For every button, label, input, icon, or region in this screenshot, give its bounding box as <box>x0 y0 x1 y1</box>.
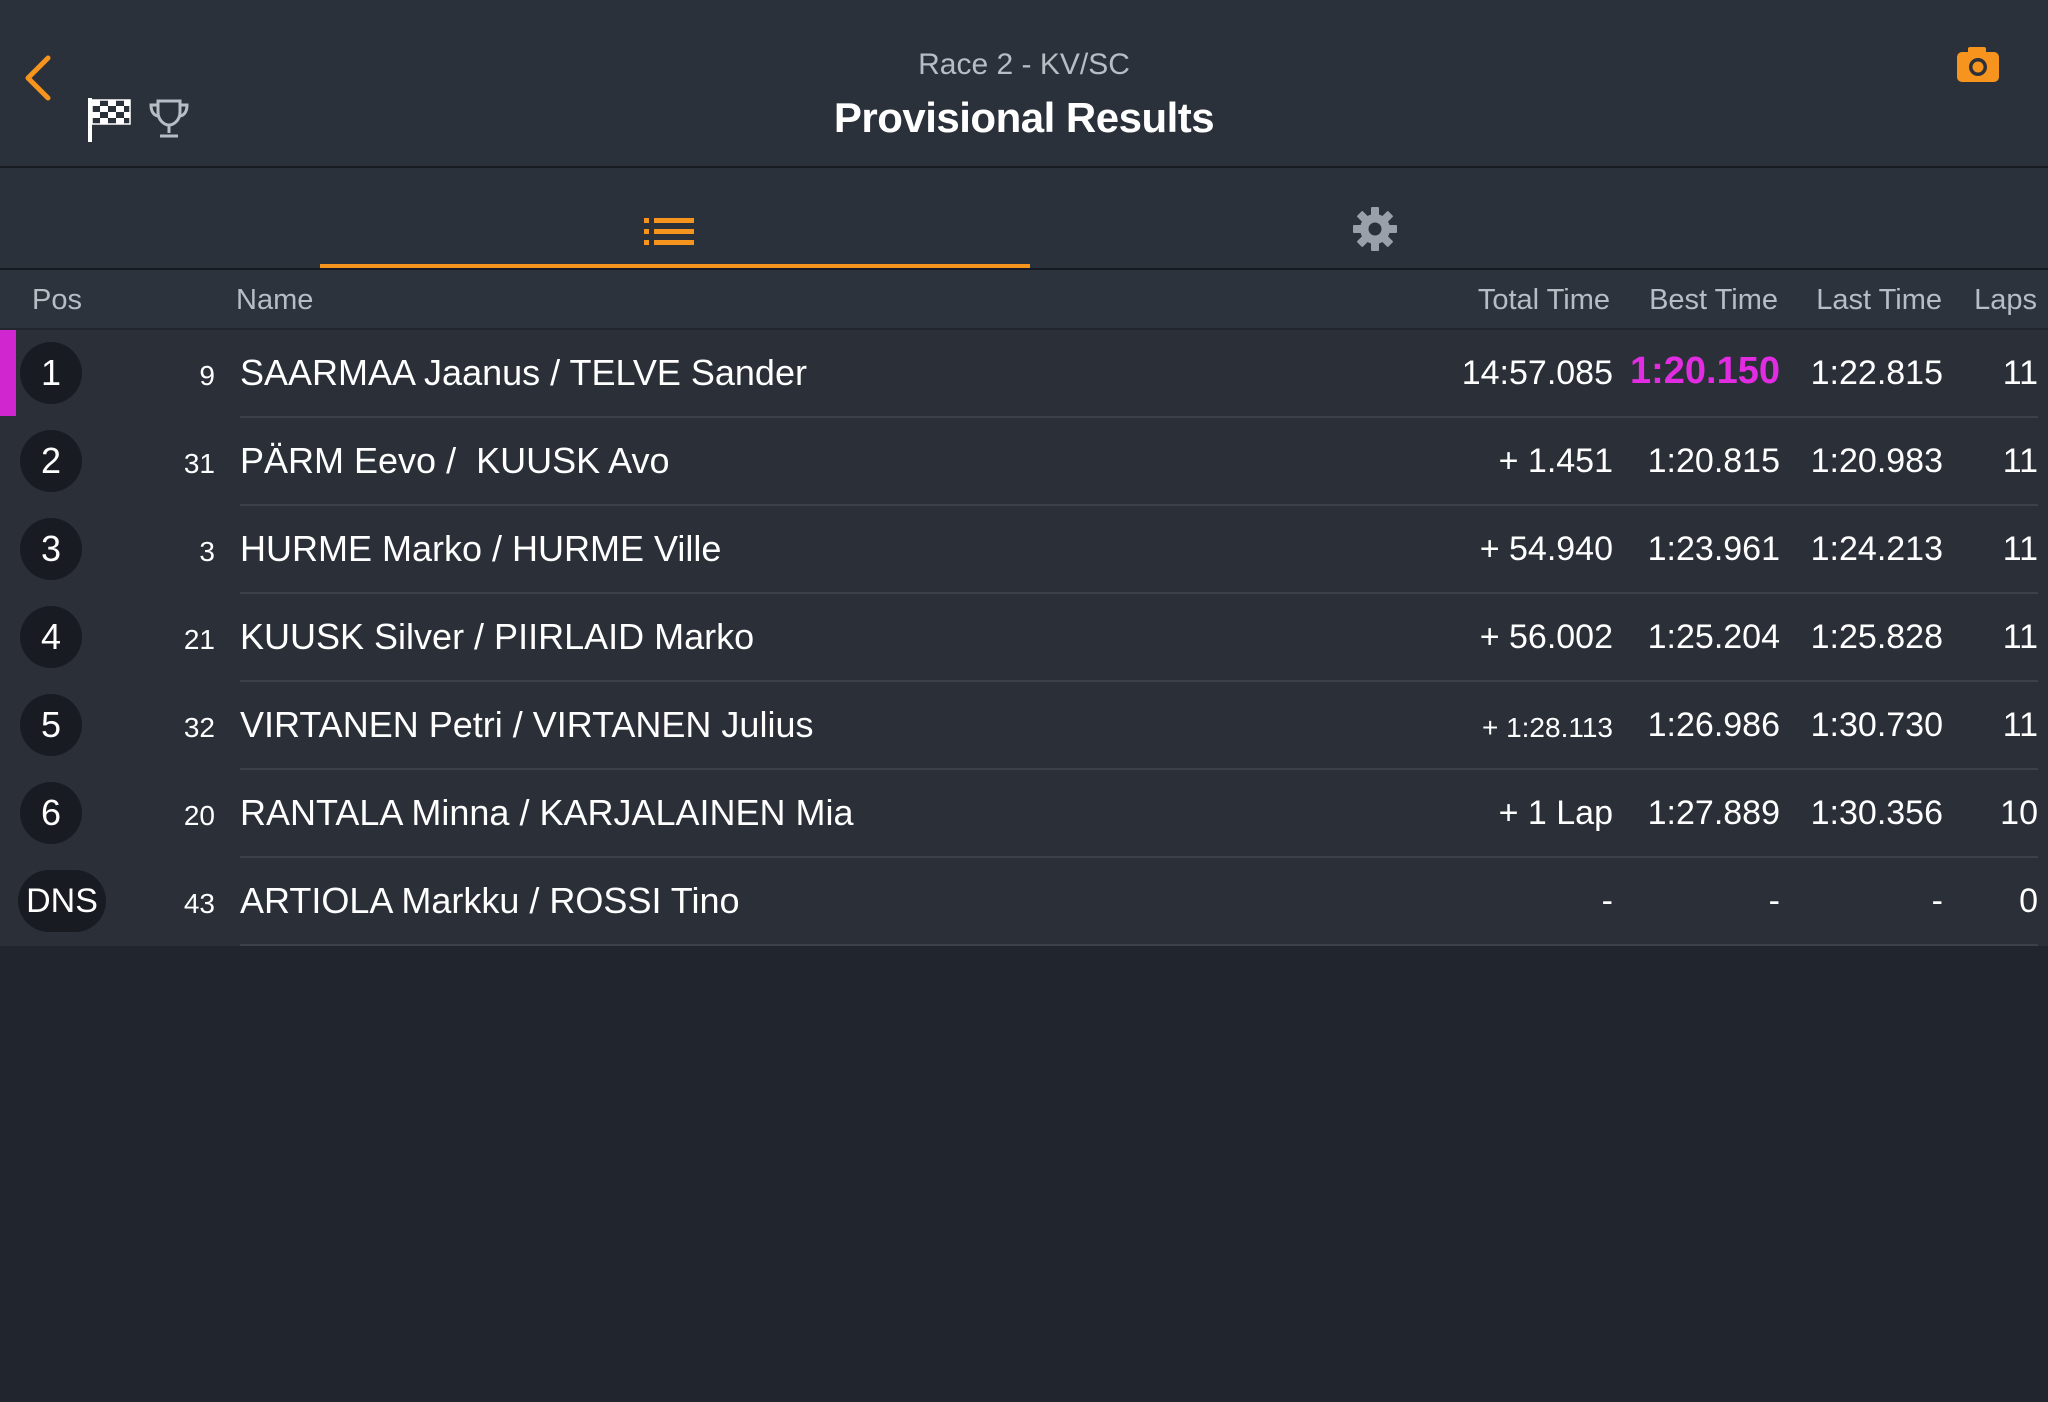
last-time: 1:24.213 <box>1810 530 1943 568</box>
position-badge: 3 <box>20 518 82 580</box>
last-time: 1:20.983 <box>1810 442 1943 480</box>
active-tab-indicator <box>320 264 1030 268</box>
car-number: 9 <box>199 360 215 391</box>
driver-names: SAARMAA Jaanus / TELVE Sander <box>240 352 807 393</box>
best-time: 1:23.961 <box>1647 530 1780 568</box>
best-time: 1:27.889 <box>1647 794 1780 832</box>
laps-count: 11 <box>2002 442 2038 480</box>
laps-count: 11 <box>2002 530 2038 568</box>
driver-names: ARTIOLA Markku / ROSSI Tino <box>240 880 740 921</box>
car-number: 43 <box>183 888 215 919</box>
gear-icon <box>1353 207 1397 251</box>
leader-indicator <box>0 330 16 416</box>
car-number: 32 <box>183 712 215 743</box>
race-subtitle: Race 2 - KV/SC <box>918 48 1130 81</box>
total-time: + 1 Lap <box>1498 794 1613 832</box>
driver-names: HURME Marko / HURME Ville <box>240 528 722 569</box>
best-time: 1:20.815 <box>1647 442 1780 480</box>
best-time-fastest: 1:20.150 <box>1629 350 1780 392</box>
laps-count: 11 <box>2002 618 2038 656</box>
total-time: + 1:28.113 <box>1481 712 1613 743</box>
table-row[interactable]: 6 20 RANTALA Minna / KARJALAINEN Mia + 1… <box>0 770 2048 858</box>
best-time: 1:25.204 <box>1647 618 1780 656</box>
last-time: 1:30.730 <box>1810 706 1943 744</box>
table-row[interactable]: 4 21 KUUSK Silver / PIIRLAID Marko + 56.… <box>0 594 2048 682</box>
driver-names: VIRTANEN Petri / VIRTANEN Julius <box>240 704 814 745</box>
driver-names: KUUSK Silver / PIIRLAID Marko <box>240 616 755 657</box>
total-time: + 54.940 <box>1479 530 1613 568</box>
best-time: - <box>1768 882 1780 920</box>
total-time: 14:57.085 <box>1461 354 1613 392</box>
camera-icon <box>1957 47 1999 82</box>
page-title: Provisional Results <box>833 94 1215 141</box>
car-number: 21 <box>183 624 215 655</box>
best-time: 1:26.986 <box>1647 706 1780 744</box>
col-last-time: Last Time <box>1816 284 1942 316</box>
car-number: 3 <box>199 536 215 567</box>
position-badge: 2 <box>20 430 82 492</box>
position-badge: 1 <box>20 342 82 404</box>
last-time: 1:25.828 <box>1810 618 1943 656</box>
col-best-time: Best Time <box>1649 284 1778 316</box>
position-badge: 6 <box>20 782 82 844</box>
results-table: 1 9 SAARMAA Jaanus / TELVE Sander 14:57.… <box>0 330 2048 946</box>
camera-button[interactable] <box>1954 44 2002 86</box>
total-time: + 1.451 <box>1498 442 1613 480</box>
position-badge: DNS <box>18 870 106 932</box>
table-row[interactable]: 1 9 SAARMAA Jaanus / TELVE Sander 14:57.… <box>0 330 2048 418</box>
laps-count: 10 <box>2000 794 2038 832</box>
position-badge: 4 <box>20 606 82 668</box>
tab-bar <box>0 168 2048 270</box>
col-pos: Pos <box>32 284 82 316</box>
last-time: 1:22.815 <box>1810 354 1943 392</box>
table-row[interactable]: 3 3 HURME Marko / HURME Ville + 54.940 1… <box>0 506 2048 594</box>
header-bar: Race 2 - KV/SC Provisional Results <box>0 0 2048 168</box>
table-row[interactable]: DNS 43 ARTIOLA Markku / ROSSI Tino - - -… <box>0 858 2048 946</box>
driver-names: RANTALA Minna / KARJALAINEN Mia <box>240 792 854 833</box>
col-name: Name <box>236 284 314 316</box>
column-header-row: Pos Name Total Time Best Time Last Time … <box>0 270 2048 328</box>
total-time: - <box>1601 882 1613 920</box>
car-number: 20 <box>183 800 215 831</box>
tab-results-list[interactable] <box>320 168 1030 268</box>
tab-settings[interactable] <box>1030 168 1720 268</box>
last-time: - <box>1931 882 1943 920</box>
col-laps: Laps <box>1974 284 2037 316</box>
table-row[interactable]: 5 32 VIRTANEN Petri / VIRTANEN Julius + … <box>0 682 2048 770</box>
last-time: 1:30.356 <box>1810 794 1943 832</box>
laps-count: 0 <box>2019 882 2038 920</box>
laps-count: 11 <box>2002 706 2038 744</box>
driver-names: PÄRM Eevo / KUUSK Avo <box>240 440 670 481</box>
col-total-time: Total Time <box>1477 284 1610 316</box>
laps-count: 11 <box>2002 354 2038 392</box>
list-icon <box>644 218 694 245</box>
table-row[interactable]: 2 31 PÄRM Eevo / KUUSK Avo + 1.451 1:20.… <box>0 418 2048 506</box>
position-badge: 5 <box>20 694 82 756</box>
car-number: 31 <box>183 448 215 479</box>
total-time: + 56.002 <box>1479 618 1613 656</box>
